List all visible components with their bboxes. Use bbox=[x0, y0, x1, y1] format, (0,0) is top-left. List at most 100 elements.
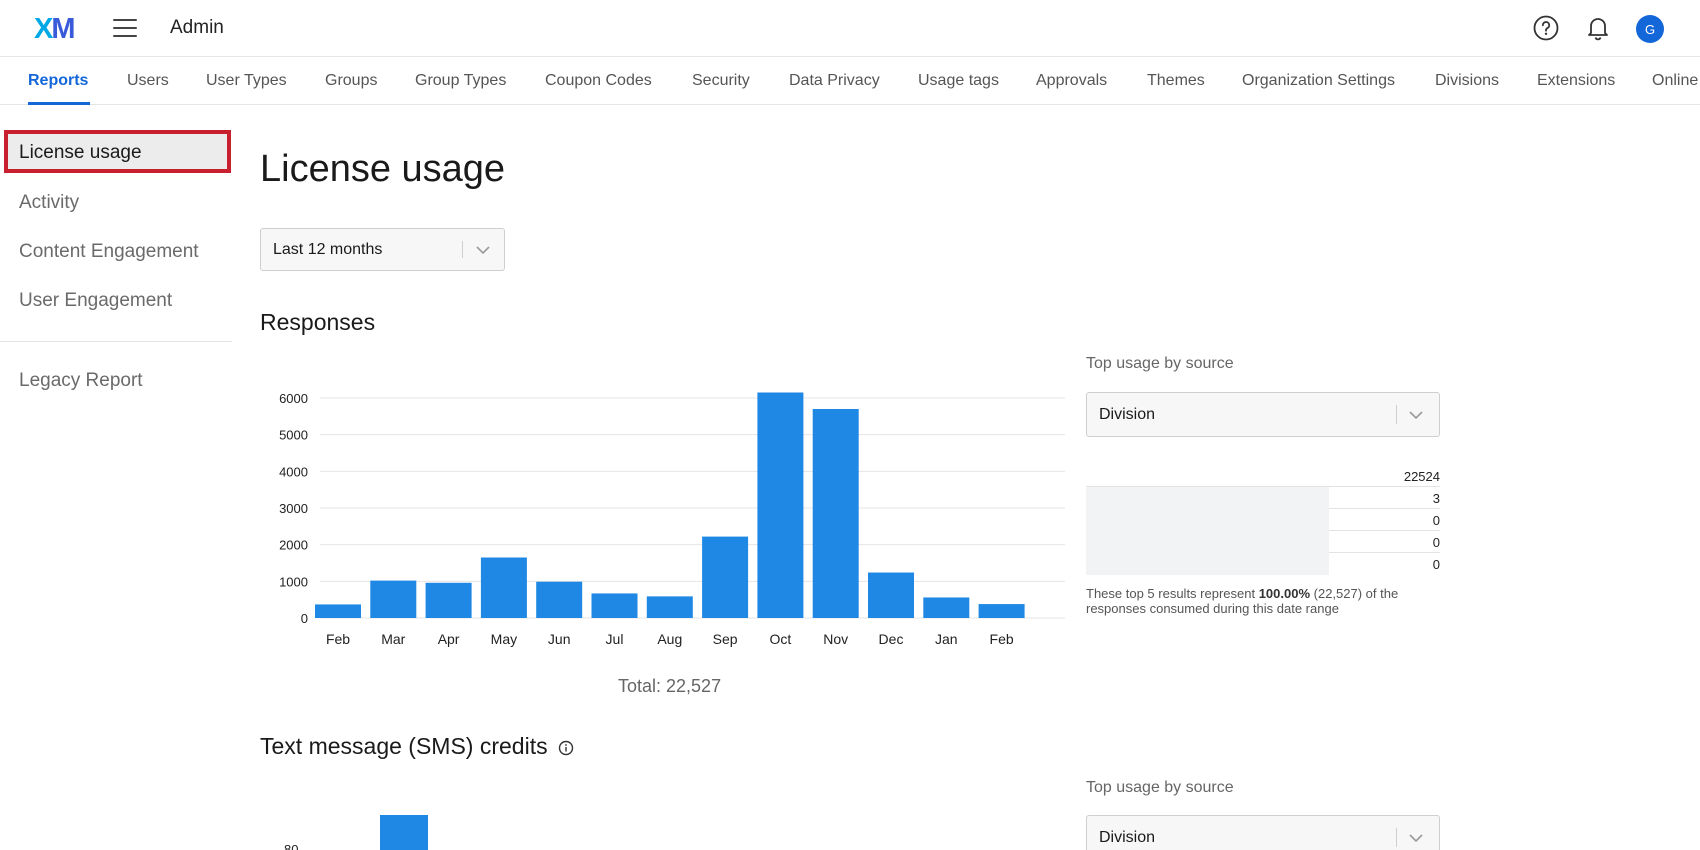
y-tick-label: 4000 bbox=[279, 464, 308, 479]
usage-note: These top 5 results represent 100.00% (2… bbox=[1086, 586, 1446, 616]
tab-groups[interactable]: Groups bbox=[325, 72, 377, 90]
x-tick-label: Oct bbox=[770, 631, 792, 647]
admin-tabs: Reports Users User Types Groups Group Ty… bbox=[0, 58, 1700, 105]
info-icon[interactable] bbox=[558, 740, 574, 756]
bar-feb-0[interactable] bbox=[315, 604, 361, 618]
x-tick-label: Dec bbox=[879, 631, 904, 647]
tab-approvals[interactable]: Approvals bbox=[1036, 72, 1107, 90]
sms-source-select[interactable]: Division bbox=[1086, 815, 1440, 850]
usage-value: 0 bbox=[1432, 535, 1440, 550]
tab-organization-settings[interactable]: Organization Settings bbox=[1242, 72, 1395, 90]
x-tick-label: Sep bbox=[713, 631, 738, 647]
bar-aug-6[interactable] bbox=[646, 596, 693, 618]
x-tick-label: Nov bbox=[823, 631, 848, 647]
tab-user-types[interactable]: User Types bbox=[206, 72, 287, 90]
bar-jan-11[interactable] bbox=[923, 597, 970, 618]
tab-divisions[interactable]: Divisions bbox=[1435, 72, 1499, 90]
x-tick-label: Jul bbox=[606, 631, 624, 647]
y-tick-label: 2000 bbox=[279, 538, 308, 553]
usage-table: 22524 3 0 0 0 bbox=[1086, 463, 1440, 575]
chevron-down-icon bbox=[1409, 410, 1423, 419]
x-tick-label: Mar bbox=[381, 631, 405, 647]
select-separator bbox=[1396, 405, 1397, 424]
redacted-label bbox=[1086, 531, 1329, 553]
usage-total: 22524 bbox=[1086, 463, 1440, 487]
usage-row: 0 bbox=[1086, 531, 1440, 553]
hamburger-icon[interactable] bbox=[113, 19, 137, 37]
tab-extensions[interactable]: Extensions bbox=[1537, 72, 1615, 90]
x-tick-label: Feb bbox=[990, 631, 1014, 647]
y-tick-label: 6000 bbox=[279, 391, 308, 406]
usage-note-percent: 100.00% bbox=[1258, 586, 1311, 601]
sms-bar-chart: 80 bbox=[260, 800, 460, 850]
tab-themes[interactable]: Themes bbox=[1147, 72, 1205, 90]
sms-source-select-value: Division bbox=[1099, 828, 1156, 846]
sms-bar bbox=[380, 815, 428, 850]
date-range-select[interactable]: Last 12 months bbox=[260, 228, 505, 271]
tab-reports[interactable]: Reports bbox=[28, 72, 88, 90]
sidebar-item-license-usage[interactable]: License usage bbox=[4, 130, 231, 173]
tab-online[interactable]: Online bbox=[1652, 72, 1698, 90]
bar-dec-10[interactable] bbox=[868, 572, 914, 618]
responses-bar-chart: 0 1000 2000 3000 4000 5000 6000 Feb Mar Apr May Jun… bbox=[279, 391, 1065, 647]
sms-top-usage-label: Top usage by source bbox=[1086, 779, 1234, 796]
date-range-value: Last 12 months bbox=[273, 240, 383, 258]
page-title: License usage bbox=[260, 148, 506, 190]
usage-value: 0 bbox=[1432, 557, 1440, 572]
usage-value: 0 bbox=[1432, 513, 1440, 528]
select-separator bbox=[1396, 828, 1397, 847]
tab-coupon-codes[interactable]: Coupon Codes bbox=[545, 72, 652, 90]
sidebar-item-label: License usage bbox=[19, 142, 142, 163]
chevron-down-icon bbox=[476, 245, 490, 254]
help-icon[interactable] bbox=[1533, 15, 1559, 41]
sidebar-item-legacy-report[interactable]: Legacy Report bbox=[19, 370, 143, 392]
sms-y-tick-label: 80 bbox=[284, 842, 299, 850]
redacted-label bbox=[1086, 553, 1329, 575]
bar-sep-7[interactable] bbox=[702, 536, 749, 618]
redacted-label bbox=[1086, 487, 1329, 509]
source-select-value: Division bbox=[1099, 405, 1156, 423]
responses-title: Responses bbox=[260, 309, 376, 335]
bar-oct-8[interactable] bbox=[757, 392, 804, 619]
usage-row: 3 bbox=[1086, 487, 1440, 509]
sms-credits-title-text: Text message (SMS) credits bbox=[260, 733, 548, 759]
usage-value: 3 bbox=[1432, 491, 1440, 506]
bell-icon[interactable] bbox=[1585, 15, 1611, 41]
bar-jun-4[interactable] bbox=[536, 581, 583, 618]
bar-nov-9[interactable] bbox=[812, 409, 859, 618]
top-bar: XM Admin G bbox=[0, 0, 1700, 57]
sidebar-divider bbox=[0, 341, 232, 342]
top-usage-label: Top usage by source bbox=[1086, 355, 1234, 372]
tab-usage-tags[interactable]: Usage tags bbox=[918, 72, 999, 90]
source-select[interactable]: Division bbox=[1086, 392, 1440, 437]
bar-jul-5[interactable] bbox=[591, 593, 638, 618]
sidebar-item-content-engagement[interactable]: Content Engagement bbox=[19, 241, 199, 263]
select-separator bbox=[462, 241, 463, 258]
usage-row: 0 bbox=[1086, 553, 1440, 575]
active-tab-indicator bbox=[28, 102, 90, 105]
x-tick-label: Aug bbox=[657, 631, 682, 647]
tab-group-types[interactable]: Group Types bbox=[415, 72, 506, 90]
bar-mar-1[interactable] bbox=[370, 580, 417, 618]
redacted-label bbox=[1086, 509, 1329, 531]
sidebar-item-user-engagement[interactable]: User Engagement bbox=[19, 290, 172, 312]
tab-data-privacy[interactable]: Data Privacy bbox=[789, 72, 880, 90]
avatar[interactable]: G bbox=[1636, 15, 1664, 43]
y-tick-label: 1000 bbox=[279, 574, 308, 589]
x-tick-label: May bbox=[491, 631, 517, 647]
y-tick-label: 5000 bbox=[279, 428, 308, 443]
y-tick-label: 0 bbox=[301, 611, 308, 626]
usage-note-prefix: These top 5 results represent bbox=[1086, 586, 1259, 601]
x-tick-label: Jan bbox=[935, 631, 958, 647]
chevron-down-icon bbox=[1409, 833, 1423, 842]
app-title: Admin bbox=[170, 17, 224, 38]
tab-users[interactable]: Users bbox=[127, 72, 169, 90]
bar-may-3[interactable] bbox=[480, 557, 527, 619]
tab-security[interactable]: Security bbox=[692, 72, 750, 90]
x-tick-label: Feb bbox=[326, 631, 350, 647]
responses-total: Total: 22,527 bbox=[618, 676, 722, 696]
bar-feb-12[interactable] bbox=[978, 604, 1025, 618]
xm-logo[interactable]: XM bbox=[34, 13, 76, 46]
sidebar-item-activity[interactable]: Activity bbox=[19, 192, 79, 214]
bar-apr-2[interactable] bbox=[425, 582, 472, 618]
